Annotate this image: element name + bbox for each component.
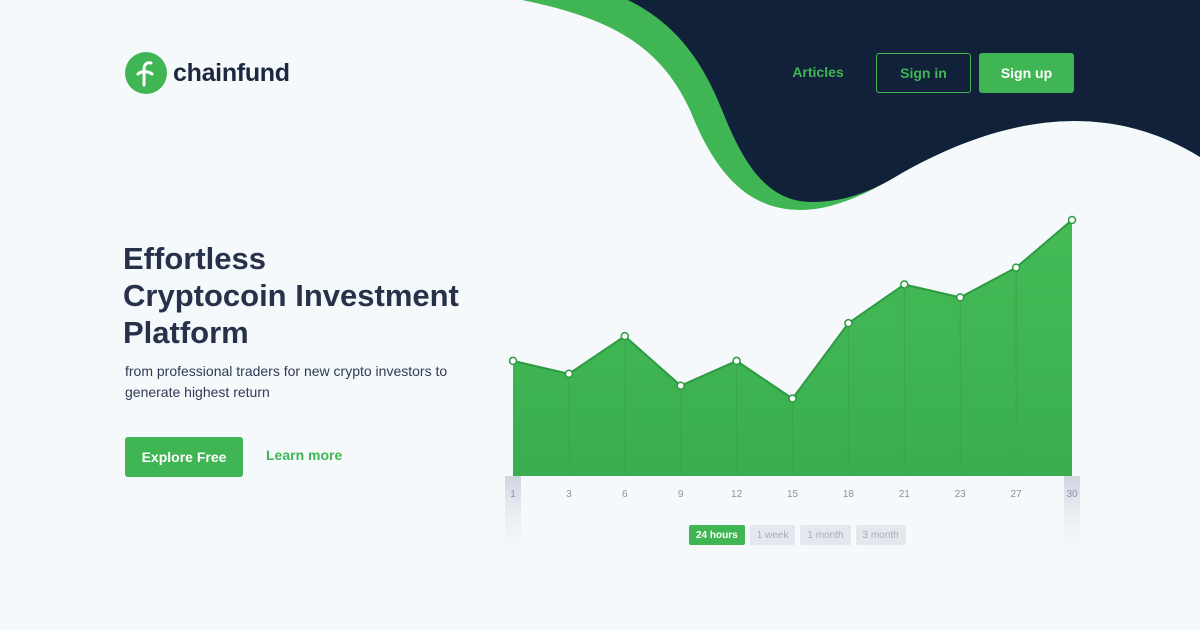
explore-free-button[interactable]: Explore Free: [125, 437, 243, 477]
chart-data-point[interactable]: [620, 331, 630, 341]
time-range-tabs: 24 hours 1 week 1 month 3 month: [689, 525, 906, 545]
learn-more-link[interactable]: Learn more: [266, 447, 342, 463]
hero-title-line: Cryptocoin Investment: [123, 278, 459, 313]
chart-data-point[interactable]: [844, 318, 853, 328]
logo-text: chainfund: [173, 58, 290, 87]
logo[interactable]: chainfund: [125, 52, 290, 94]
chart-data-point[interactable]: [955, 293, 965, 302]
hero-subtitle-line: from professional traders for new crypto…: [125, 363, 448, 379]
sign-up-button[interactable]: Sign up: [979, 53, 1074, 93]
logo-icon: [125, 52, 167, 94]
hero-title-line: Platform: [123, 315, 249, 350]
hero-subtitle: from professional traders for new crypto…: [125, 361, 455, 403]
nav-articles-link[interactable]: Articles: [778, 64, 858, 84]
chart-data-point[interactable]: [1011, 263, 1021, 272]
chart-data-point[interactable]: [564, 369, 574, 379]
range-tab-1[interactable]: 1 week: [749, 525, 796, 545]
chart-data-point[interactable]: [508, 356, 518, 366]
hero-title: Effortless Cryptocoin Investment Platfor…: [123, 240, 483, 351]
chart-data-point[interactable]: [1067, 215, 1077, 225]
chart-data-point[interactable]: [676, 381, 685, 390]
chart-data-point[interactable]: [732, 356, 741, 366]
range-tab-3[interactable]: 3 month: [855, 525, 906, 545]
chart-data-point[interactable]: [900, 280, 909, 289]
range-tab-2[interactable]: 1 month: [800, 525, 851, 545]
sign-in-button[interactable]: Sign in: [876, 53, 971, 93]
hero-subtitle-line: generate highest return: [125, 384, 270, 400]
range-tab-0[interactable]: 24 hours: [689, 525, 745, 545]
chart-data-point[interactable]: [788, 394, 797, 403]
hero-title-line: Effortless: [123, 241, 266, 276]
